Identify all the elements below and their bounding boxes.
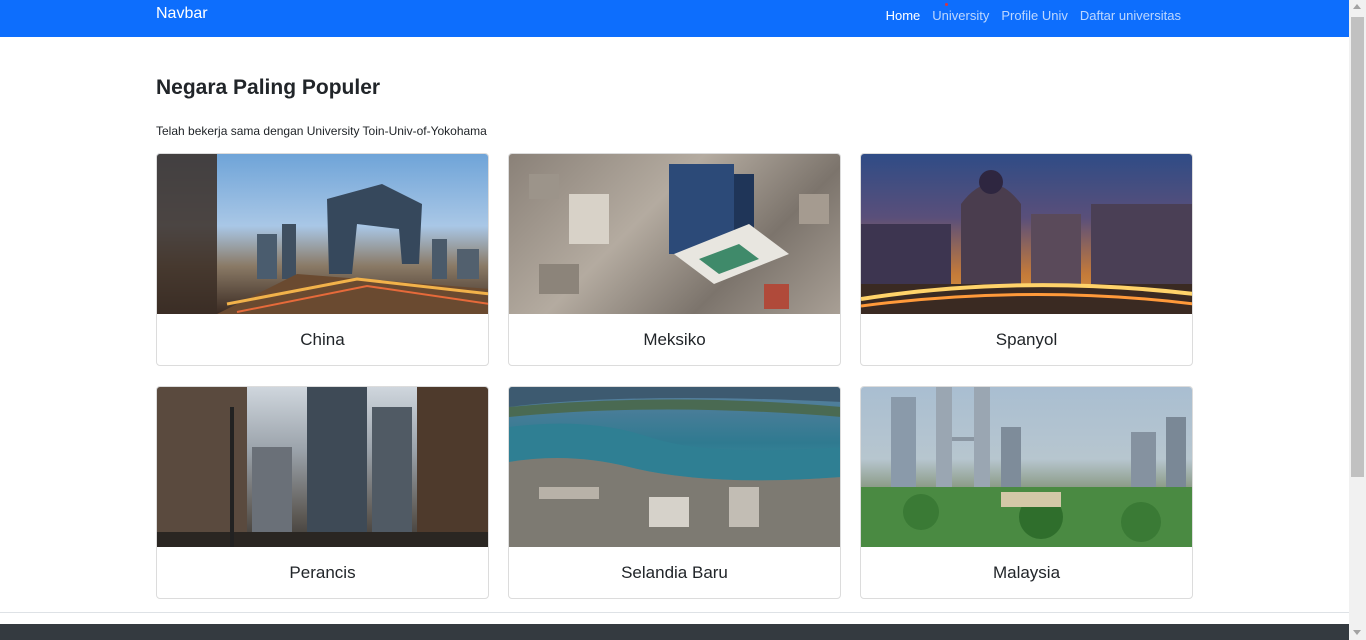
spain-city-image [861,154,1192,314]
page-title: Negara Paling Populer [156,76,381,99]
card-title: Malaysia [992,562,1061,582]
nav-links: Home University Profile Univ Daftar univ… [880,8,1187,24]
card-title: Meksiko [643,329,706,349]
street-illustration [861,170,1192,314]
country-card-perancis[interactable]: Perancis [156,386,489,599]
nav-link-university[interactable]: University [926,8,995,24]
page-subtitle: Telah bekerja sama dengan University Toi… [156,124,487,138]
card-title: Selandia Baru [621,562,728,582]
harbour-illustration [509,387,840,547]
country-card-selandia-baru[interactable]: Selandia Baru [508,386,841,599]
scrollbar-thumb[interactable] [1351,17,1364,477]
aerial-illustration [529,164,829,309]
buildings-illustration [157,387,488,547]
card-title: Spanyol [995,329,1058,349]
skyline-illustration [157,154,488,314]
footer [0,624,1349,640]
new-zealand-city-image [509,387,840,547]
malaysia-city-image [861,387,1192,547]
vertical-scrollbar[interactable] [1349,0,1366,640]
france-city-image [157,387,488,547]
navbar: Navbar Home University Profile Univ Daft… [0,0,1349,37]
footer-divider [0,612,1349,613]
country-card-china[interactable]: China [156,153,489,366]
nav-link-profile-univ[interactable]: Profile Univ [995,8,1073,24]
card-title: Perancis [289,562,356,582]
nav-link-daftar-universitas[interactable]: Daftar universitas [1074,8,1187,24]
navbar-brand[interactable]: Navbar [156,5,208,23]
mexico-city-image [509,154,840,314]
china-city-image [157,154,488,314]
country-card-meksiko[interactable]: Meksiko [508,153,841,366]
nav-link-home[interactable]: Home [880,8,927,24]
card-title: China [300,329,345,349]
country-card-spanyol[interactable]: Spanyol [860,153,1193,366]
notification-dot [945,3,948,6]
country-card-malaysia[interactable]: Malaysia [860,386,1193,599]
scroll-up-arrow-icon[interactable] [1353,4,1361,9]
towers-illustration [861,387,1192,547]
scroll-down-arrow-icon[interactable] [1353,630,1361,635]
